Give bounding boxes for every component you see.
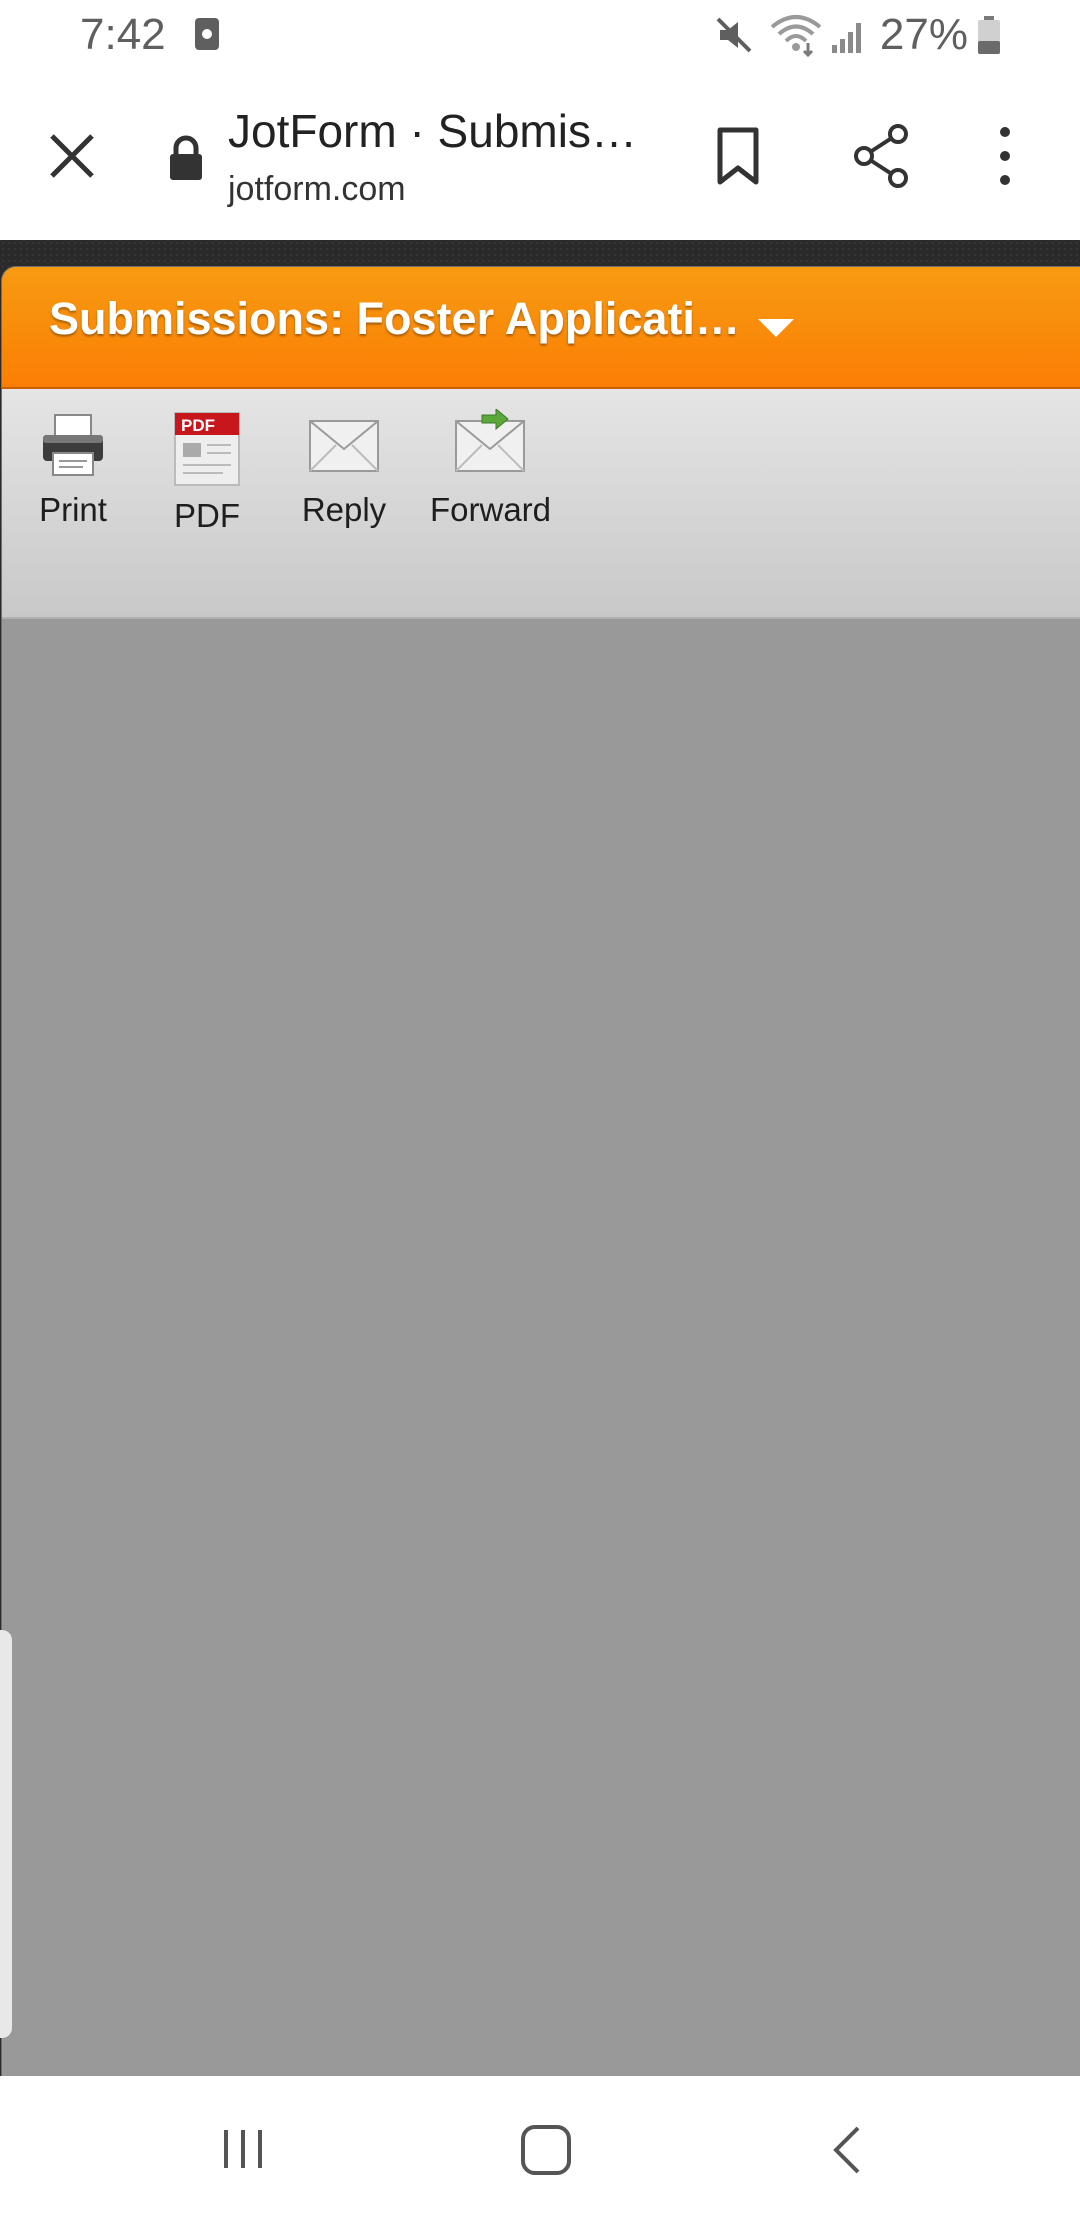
submissions-panel: Submissions: Foster Applicati… Print PDF… [2, 267, 1080, 2076]
submission-content-area [2, 619, 1080, 2076]
print-button[interactable]: Print [28, 409, 118, 529]
forward-button[interactable]: Forward [430, 409, 552, 529]
reply-label: Reply [301, 491, 387, 528]
pdf-icon: PDF [174, 412, 240, 486]
side-panel-handle[interactable] [0, 1630, 12, 2038]
envelope-icon [309, 420, 379, 472]
status-bar: 7:42 27% [0, 0, 1080, 72]
lock-icon [170, 135, 202, 180]
page-title: JotForm · Submis… [228, 105, 637, 157]
form-title[interactable]: Submissions: Foster Applicati… [49, 293, 740, 345]
page-domain: jotform.com [228, 170, 406, 208]
printer-icon [43, 414, 103, 476]
close-icon[interactable] [42, 126, 102, 186]
notification-icon [195, 18, 219, 50]
forward-envelope-icon [455, 409, 525, 472]
recents-icon[interactable] [218, 2124, 268, 2174]
web-content: Submissions: Foster Applicati… Print PDF… [0, 240, 1080, 2076]
action-toolbar: Print PDF PDF Reply Forward [2, 389, 1080, 619]
pdf-button[interactable]: PDF PDF [162, 409, 252, 535]
bookmark-icon[interactable] [710, 124, 766, 188]
home-icon[interactable] [518, 2122, 574, 2178]
forward-label: Forward [430, 491, 552, 528]
print-label: Print [39, 491, 107, 528]
signal-icon [831, 23, 861, 53]
browser-toolbar: JotForm · Submis… jotform.com [0, 72, 1080, 240]
reply-button[interactable]: Reply [294, 409, 394, 529]
back-icon[interactable] [826, 2122, 866, 2178]
pdf-label: PDF [174, 497, 240, 534]
more-icon[interactable] [990, 122, 1020, 190]
pdf-icon-text: PDF [181, 416, 215, 435]
battery-icon [978, 16, 1000, 54]
battery-percentage: 27% [879, 10, 968, 59]
wifi-icon [770, 15, 822, 57]
system-nav-bar [0, 2076, 1080, 2220]
status-time: 7:42 [80, 10, 166, 59]
submissions-header[interactable]: Submissions: Foster Applicati… [2, 267, 1080, 389]
status-icons: 27% [714, 10, 1002, 60]
chevron-down-icon[interactable] [758, 319, 794, 337]
mute-icon [716, 17, 752, 53]
share-icon[interactable] [848, 122, 916, 190]
